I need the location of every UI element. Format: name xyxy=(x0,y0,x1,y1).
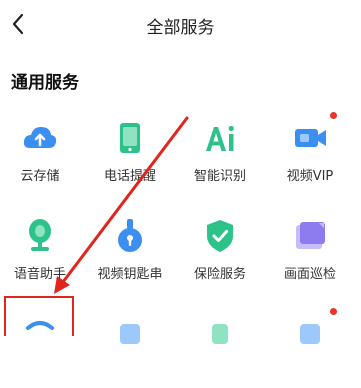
service-icon xyxy=(300,324,320,344)
service-icon xyxy=(212,324,228,344)
service-icon xyxy=(120,324,140,344)
service-row3-item-4[interactable] xyxy=(265,308,355,388)
annotation-arrow xyxy=(54,116,189,294)
service-row3-item-3[interactable] xyxy=(175,308,265,388)
service-row3-item-2[interactable] xyxy=(85,308,175,388)
